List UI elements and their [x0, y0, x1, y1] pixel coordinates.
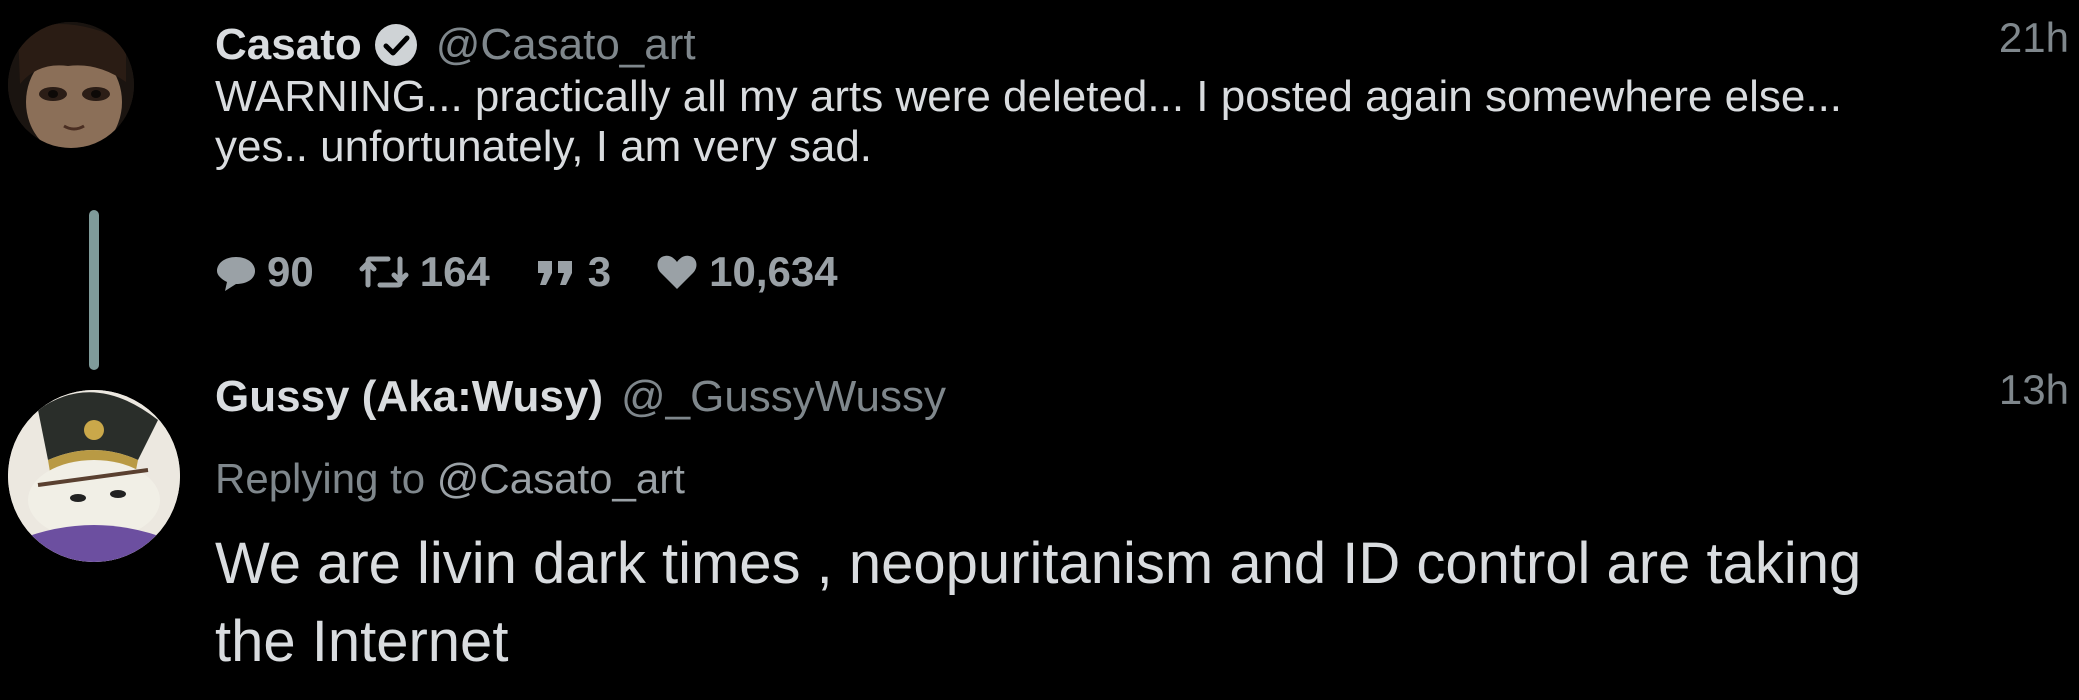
- reply-icon: [217, 257, 255, 291]
- like-count: 10,634: [709, 248, 838, 295]
- user-handle[interactable]: @_GussyWussy: [621, 372, 946, 422]
- tweet-text-line-2: yes.. unfortunately, I am very sad.: [215, 122, 873, 171]
- reply-count: 90: [267, 248, 314, 295]
- tweet-actions: 90 164 3 10,634: [215, 248, 882, 296]
- retweet-count: 164: [419, 248, 490, 295]
- tweet-timestamp[interactable]: 13h: [1999, 366, 2069, 414]
- reply-text-line-1: We are livin dark times , neopuritanism …: [215, 531, 1862, 596]
- verified-badge-icon: [374, 23, 418, 67]
- avatar-casato-image: [8, 22, 134, 148]
- display-name[interactable]: Casato: [215, 20, 362, 70]
- like-icon: [657, 255, 697, 289]
- avatar-casato[interactable]: [8, 22, 134, 148]
- replying-to-mention[interactable]: @Casato_art: [437, 455, 685, 502]
- tweet2-header: Gussy (Aka:Wusy) @_GussyWussy: [215, 362, 946, 432]
- tweet1-header: Casato @Casato_art: [215, 10, 696, 80]
- avatar-gussy[interactable]: [8, 390, 180, 562]
- like-button[interactable]: 10,634: [655, 248, 838, 296]
- replying-to-line: Replying to @Casato_art: [215, 455, 685, 503]
- avatar-gussy-image: [8, 390, 180, 562]
- thread-connector: [89, 210, 99, 370]
- retweet-icon: [359, 256, 409, 288]
- tweet-casato[interactable]: Casato @Casato_art 21h WARNING... practi…: [0, 0, 2079, 295]
- tweet-timestamp[interactable]: 21h: [1999, 14, 2069, 62]
- user-handle[interactable]: @Casato_art: [436, 20, 696, 70]
- tweet-text-line-1: WARNING... practically all my arts were …: [215, 72, 1843, 121]
- replying-to-label: Replying to: [215, 455, 426, 502]
- quote-button[interactable]: 3: [534, 248, 611, 296]
- retweet-button[interactable]: 164: [358, 248, 490, 296]
- reply-text-line-2: the Internet: [215, 609, 509, 674]
- reply-button[interactable]: 90: [215, 248, 314, 296]
- quote-icon: [537, 261, 572, 285]
- quote-count: 3: [587, 248, 612, 295]
- display-name[interactable]: Gussy (Aka:Wusy): [215, 372, 603, 422]
